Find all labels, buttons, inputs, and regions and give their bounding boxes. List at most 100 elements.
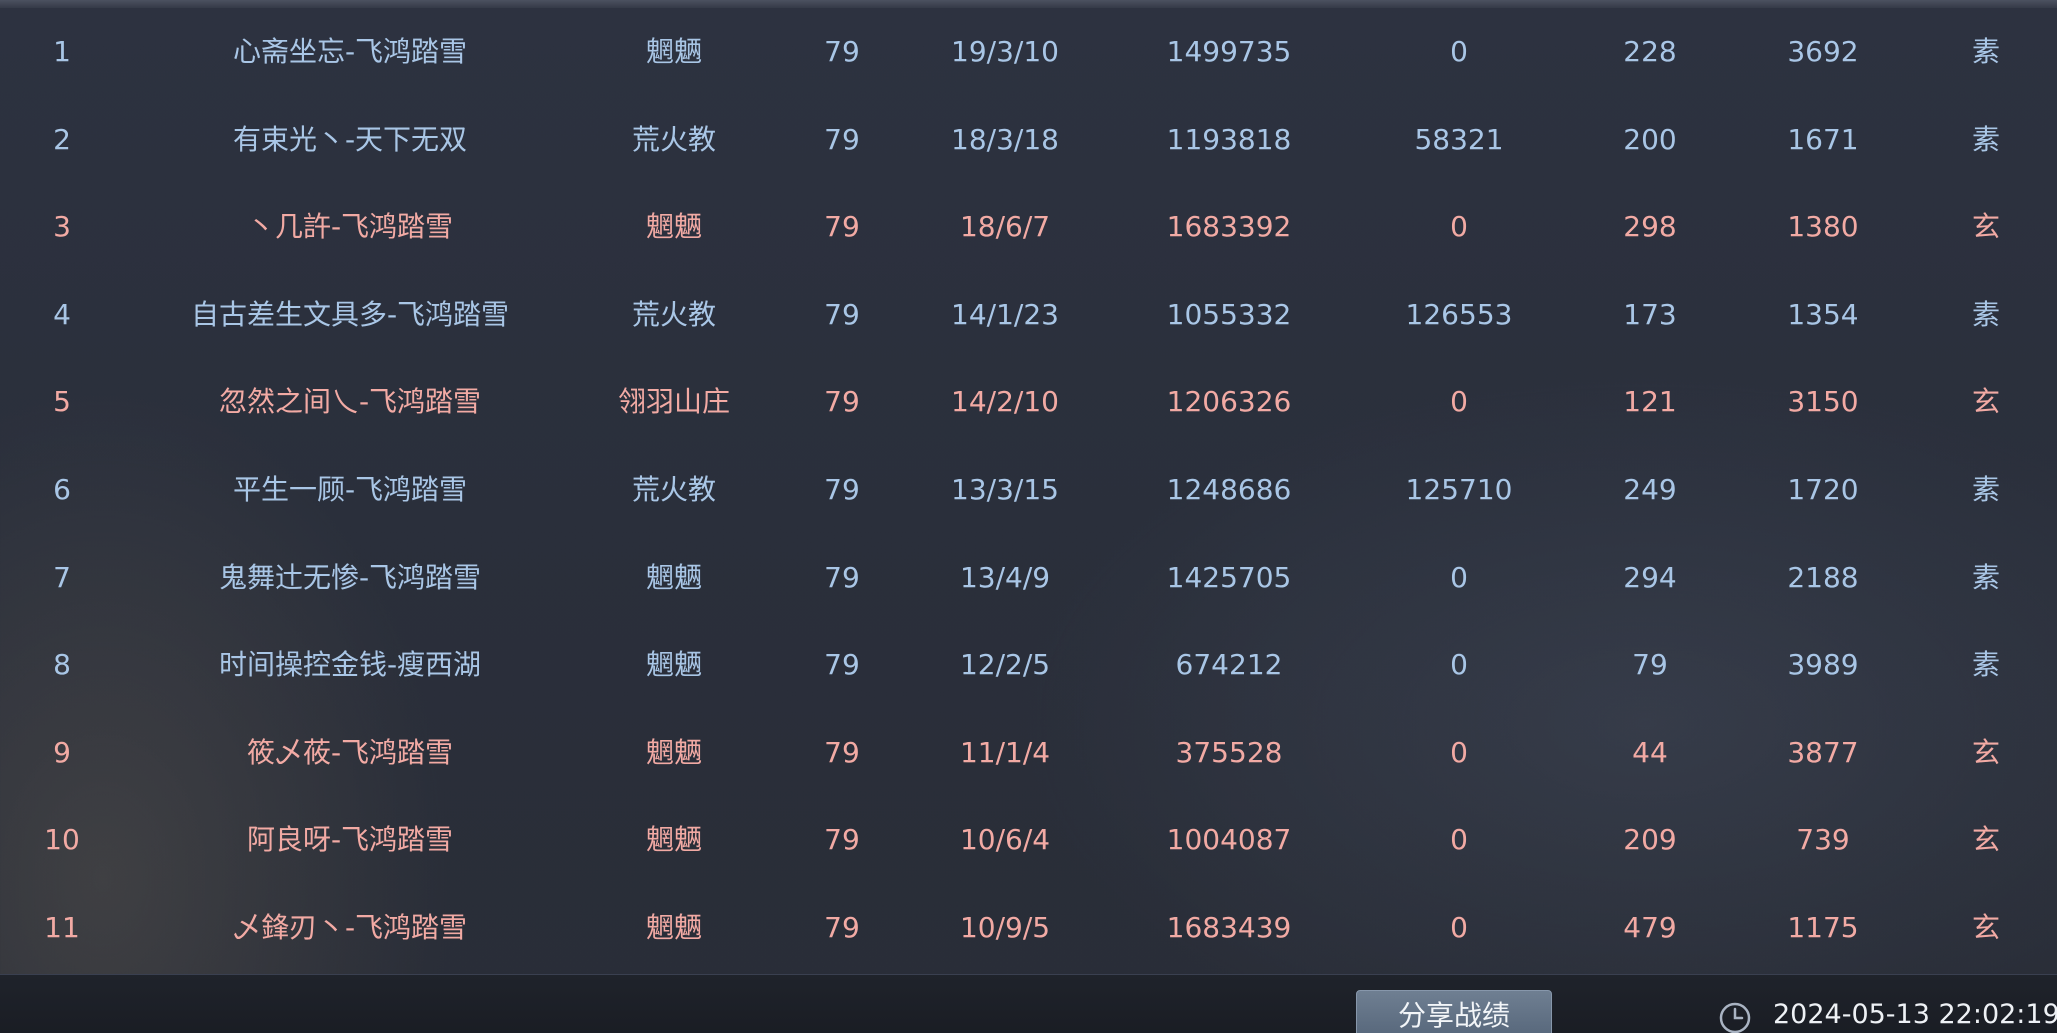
stat-3-cell: 79 xyxy=(1632,648,1668,682)
rank-cell: 4 xyxy=(53,297,71,331)
type-cell: 玄 xyxy=(1971,385,2001,419)
stat-3-cell: 228 xyxy=(1623,35,1677,68)
player-name-cell: 时间操控金钱-瘦西湖 xyxy=(218,648,482,682)
rank-cell: 2 xyxy=(53,122,71,156)
level-cell: 79 xyxy=(824,35,860,68)
date-cell: 14/2/10 xyxy=(951,385,1059,419)
clock-icon xyxy=(1719,1002,1751,1033)
sect-cell: 魍魉 xyxy=(645,560,703,594)
date-cell: 13/3/15 xyxy=(951,472,1059,506)
stat-2-cell: 0 xyxy=(1450,560,1468,594)
player-name-cell: 乄鋒刃丶-飞鸿踏雪 xyxy=(232,910,468,944)
player-name-cell: 阿良呀-飞鸿踏雪 xyxy=(246,823,454,857)
date-cell: 10/9/5 xyxy=(959,910,1051,944)
stat-2-cell: 126553 xyxy=(1405,297,1513,331)
stat-2-cell: 0 xyxy=(1450,910,1468,944)
stat-2-cell: 0 xyxy=(1450,648,1468,682)
table-row[interactable]: 3 丶几許-飞鸿踏雪 魍魉 79 18/6/7 1683392 0 298 1380 玄 xyxy=(0,183,2057,271)
level-cell: 79 xyxy=(824,122,860,156)
stat-3-cell: 121 xyxy=(1623,385,1677,419)
table-row[interactable]: 7 鬼舞辻无惨-飞鸿踏雪 魍魉 79 13/4/9 1425705 0 294 2188 素 xyxy=(0,534,2057,622)
player-name-cell: 丶几許-飞鸿踏雪 xyxy=(246,210,454,244)
player-name-cell: 筱乄莜-飞鸿踏雪 xyxy=(246,735,454,769)
stat-4-cell: 1671 xyxy=(1787,122,1859,156)
rank-cell: 7 xyxy=(53,560,71,594)
stat-1-cell: 1193818 xyxy=(1166,122,1292,156)
player-name-cell: 自古差生文具多-飞鸿踏雪 xyxy=(190,297,510,331)
score-table: 1 心斋坐忘-飞鸿踏雪 魍魉 79 19/3/10 1499735 0 228 3692 素 2 有束… xyxy=(0,8,2057,974)
type-cell: 素 xyxy=(1971,122,2001,156)
player-name-cell: 有束光丶-天下无双 xyxy=(232,122,468,156)
stat-4-cell: 1354 xyxy=(1787,297,1859,331)
table-row[interactable]: 6 平生一顾-飞鸿踏雪 荒火教 79 13/3/15 1248686 125710 249 17… xyxy=(0,446,2057,534)
share-results-button[interactable]: 分享战绩 xyxy=(1356,990,1552,1033)
level-cell: 79 xyxy=(824,823,860,857)
player-name-cell: 心斋坐忘-飞鸿踏雪 xyxy=(232,35,468,68)
stat-2-cell: 0 xyxy=(1450,35,1468,68)
date-cell: 18/3/18 xyxy=(951,122,1059,156)
level-cell: 79 xyxy=(824,297,860,331)
date-cell: 19/3/10 xyxy=(951,35,1059,68)
type-cell: 玄 xyxy=(1971,823,2001,857)
player-name-cell: 平生一顾-飞鸿踏雪 xyxy=(232,472,468,506)
sect-cell: 魍魉 xyxy=(645,35,703,68)
stat-4-cell: 1380 xyxy=(1787,210,1859,244)
sect-cell: 荒火教 xyxy=(631,297,717,331)
stat-1-cell: 1425705 xyxy=(1166,560,1292,594)
rank-cell: 10 xyxy=(44,823,80,857)
stat-3-cell: 298 xyxy=(1623,210,1677,244)
date-cell: 13/4/9 xyxy=(959,560,1051,594)
table-row[interactable]: 11 乄鋒刃丶-飞鸿踏雪 魍魉 79 10/9/5 1683439 0 479 1175 玄 xyxy=(0,884,2057,972)
table-row[interactable]: 9 筱乄莜-飞鸿踏雪 魍魉 79 11/1/4 375528 0 44 3877 玄 xyxy=(0,709,2057,797)
table-row[interactable]: 2 有束光丶-天下无双 荒火教 79 18/3/18 1193818 58321 200 167… xyxy=(0,96,2057,184)
stat-3-cell: 44 xyxy=(1632,735,1668,769)
type-cell: 素 xyxy=(1971,472,2001,506)
player-name-cell: 鬼舞辻无惨-飞鸿踏雪 xyxy=(218,560,482,594)
table-row[interactable]: 5 忽然之间乀-飞鸿踏雪 翎羽山庄 79 14/2/10 1206326 0 121 3150 玄 xyxy=(0,358,2057,446)
sect-cell: 魍魉 xyxy=(645,910,703,944)
rank-cell: 1 xyxy=(53,35,71,68)
stat-3-cell: 479 xyxy=(1623,910,1677,944)
level-cell: 79 xyxy=(824,648,860,682)
sect-cell: 魍魉 xyxy=(645,735,703,769)
sect-cell: 魍魉 xyxy=(645,210,703,244)
stat-4-cell: 1175 xyxy=(1787,910,1859,944)
type-cell: 素 xyxy=(1971,648,2001,682)
stat-1-cell: 1683439 xyxy=(1166,910,1292,944)
table-row[interactable]: 1 心斋坐忘-飞鸿踏雪 魍魉 79 19/3/10 1499735 0 228 3692 素 xyxy=(0,8,2057,96)
stat-4-cell: 3989 xyxy=(1787,648,1859,682)
type-cell: 素 xyxy=(1971,35,2001,68)
stat-4-cell: 1720 xyxy=(1787,472,1859,506)
level-cell: 79 xyxy=(824,735,860,769)
stat-1-cell: 674212 xyxy=(1175,648,1283,682)
sect-cell: 魍魉 xyxy=(645,648,703,682)
date-cell: 10/6/4 xyxy=(959,823,1051,857)
stat-2-cell: 125710 xyxy=(1405,472,1513,506)
stat-2-cell: 0 xyxy=(1450,735,1468,769)
rank-cell: 5 xyxy=(53,385,71,419)
table-row[interactable]: 4 自古差生文具多-飞鸿踏雪 荒火教 79 14/1/23 1055332 126553 17… xyxy=(0,271,2057,359)
rank-cell: 8 xyxy=(53,648,71,682)
type-cell: 玄 xyxy=(1971,910,2001,944)
sect-cell: 翎羽山庄 xyxy=(617,385,731,419)
stat-3-cell: 294 xyxy=(1623,560,1677,594)
type-cell: 玄 xyxy=(1971,735,2001,769)
stat-3-cell: 249 xyxy=(1623,472,1677,506)
stat-3-cell: 209 xyxy=(1623,823,1677,857)
stat-1-cell: 1248686 xyxy=(1166,472,1292,506)
stat-4-cell: 2188 xyxy=(1787,560,1859,594)
type-cell: 玄 xyxy=(1971,210,2001,244)
table-row[interactable]: 10 阿良呀-飞鸿踏雪 魍魉 79 10/6/4 1004087 0 209 739 玄 xyxy=(0,796,2057,884)
level-cell: 79 xyxy=(824,560,860,594)
player-name-cell: 忽然之间乀-飞鸿踏雪 xyxy=(218,385,482,419)
stat-3-cell: 173 xyxy=(1623,297,1677,331)
stat-2-cell: 0 xyxy=(1450,210,1468,244)
stat-1-cell: 1499735 xyxy=(1166,35,1292,68)
type-cell: 素 xyxy=(1971,560,2001,594)
stat-4-cell: 3877 xyxy=(1787,735,1859,769)
rank-cell: 3 xyxy=(53,210,71,244)
sect-cell: 荒火教 xyxy=(631,472,717,506)
date-cell: 14/1/23 xyxy=(951,297,1059,331)
table-row[interactable]: 8 时间操控金钱-瘦西湖 魍魉 79 12/2/5 674212 0 79 3989 素 xyxy=(0,621,2057,709)
stat-1-cell: 375528 xyxy=(1175,735,1283,769)
